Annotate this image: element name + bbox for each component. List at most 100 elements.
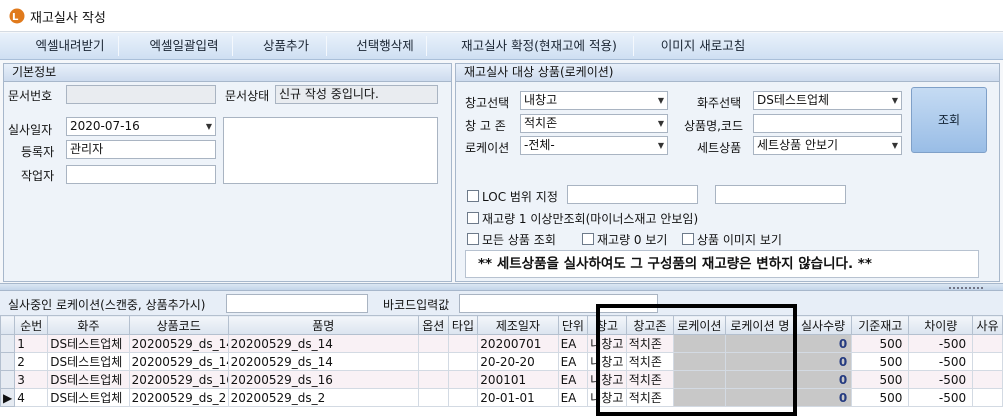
cell-option[interactable]: [417, 334, 449, 353]
loc-range-from-field[interactable]: [567, 185, 698, 204]
product-image-checkbox[interactable]: [682, 233, 694, 245]
zone-select[interactable]: 적치존 ▼: [520, 114, 668, 133]
table-row[interactable]: 2 DS테스트업체 20200529_ds_14 20200529_ds_14 …: [0, 352, 1003, 371]
column-header-difference[interactable]: 차이량: [908, 315, 974, 335]
cell-difference[interactable]: -500: [908, 352, 974, 371]
cell-product-name[interactable]: 20200529_ds_14: [227, 334, 419, 353]
column-header-owner[interactable]: 화주: [47, 315, 130, 335]
delete-selected-rows-button[interactable]: 선택행삭제: [340, 33, 430, 59]
cell-mfg-date[interactable]: 20-01-01: [477, 388, 559, 407]
column-header-mfg-date[interactable]: 제조일자: [477, 315, 559, 335]
chevron-down-icon[interactable]: ▼: [658, 137, 664, 154]
cell-count-qty[interactable]: 0: [793, 334, 853, 353]
column-header-unit[interactable]: 단위: [557, 315, 589, 335]
column-header-count-qty[interactable]: 실사수량: [793, 315, 853, 335]
column-header-product-name[interactable]: 품명: [227, 315, 419, 335]
scan-location-field[interactable]: [226, 294, 368, 313]
column-header-base-stock[interactable]: 기준재고: [851, 315, 910, 335]
cell-count-qty[interactable]: 0: [793, 388, 853, 407]
cell-seq[interactable]: 2: [14, 352, 49, 371]
panel-splitter[interactable]: [0, 283, 1003, 291]
table-row-selected[interactable]: ▶ 4 DS테스트업체 20200529_ds_2 20200529_ds_2 …: [0, 388, 1003, 407]
search-button[interactable]: 조회: [911, 87, 987, 153]
cell-owner[interactable]: DS테스트업체: [47, 388, 130, 407]
set-product-select[interactable]: 세트상품 안보기 ▼: [753, 136, 902, 155]
cell-option[interactable]: [417, 388, 449, 407]
cell-seq[interactable]: 3: [14, 370, 49, 389]
cell-count-qty[interactable]: 0: [793, 352, 853, 371]
cell-type[interactable]: [447, 334, 479, 353]
column-header-product-code[interactable]: 상품코드: [128, 315, 229, 335]
cell-unit[interactable]: EA: [557, 352, 589, 371]
cell-reason[interactable]: [972, 370, 1003, 389]
chevron-down-icon[interactable]: ▼: [658, 92, 664, 109]
row-indicator[interactable]: ▶: [0, 388, 16, 407]
cell-difference[interactable]: -500: [908, 334, 974, 353]
worker-field[interactable]: [66, 165, 216, 184]
cell-option[interactable]: [417, 352, 449, 371]
cell-product-name[interactable]: 20200529_ds_14: [227, 352, 419, 371]
chevron-down-icon[interactable]: ▼: [206, 118, 212, 135]
location-select[interactable]: -전체- ▼: [520, 136, 668, 155]
warehouse-select[interactable]: 내창고 ▼: [520, 91, 668, 110]
cell-seq[interactable]: 1: [14, 334, 49, 353]
cell-product-code[interactable]: 20200529_ds_2: [128, 388, 229, 407]
cell-product-code[interactable]: 20200529_ds_14: [128, 334, 229, 353]
cell-type[interactable]: [447, 370, 479, 389]
cell-reason[interactable]: [972, 388, 1003, 407]
cell-difference[interactable]: -500: [908, 388, 974, 407]
cell-type[interactable]: [447, 352, 479, 371]
count-date-picker[interactable]: 2020-07-16 ▼: [66, 117, 216, 136]
zero-stock-checkbox[interactable]: [582, 233, 594, 245]
cell-base-stock[interactable]: 500: [851, 370, 910, 389]
cell-mfg-date[interactable]: 200101: [477, 370, 559, 389]
excel-bulk-input-button[interactable]: 엑셀일괄입력: [134, 33, 234, 59]
product-field[interactable]: [753, 114, 902, 133]
column-header-seq[interactable]: 순번: [14, 315, 49, 335]
cell-option[interactable]: [417, 370, 449, 389]
loc-range-checkbox[interactable]: [467, 190, 479, 202]
chevron-down-icon[interactable]: ▼: [892, 137, 898, 154]
chevron-down-icon[interactable]: ▼: [658, 115, 664, 132]
column-header-type[interactable]: 타입: [447, 315, 479, 335]
cell-base-stock[interactable]: 500: [851, 352, 910, 371]
table-row[interactable]: 3 DS테스트업체 20200529_ds_16 20200529_ds_16 …: [0, 370, 1003, 389]
loc-range-to-field[interactable]: [715, 185, 846, 204]
owner-select[interactable]: DS테스트업체 ▼: [753, 91, 902, 110]
doc-number-field[interactable]: [66, 85, 216, 104]
cell-unit[interactable]: EA: [557, 334, 589, 353]
stock-over-one-checkbox[interactable]: [467, 212, 479, 224]
cell-mfg-date[interactable]: 20-20-20: [477, 352, 559, 371]
cell-unit[interactable]: EA: [557, 388, 589, 407]
cell-type[interactable]: [447, 388, 479, 407]
cell-product-code[interactable]: 20200529_ds_16: [128, 370, 229, 389]
cell-count-qty[interactable]: 0: [793, 370, 853, 389]
cell-product-code[interactable]: 20200529_ds_14: [128, 352, 229, 371]
cell-owner[interactable]: DS테스트업체: [47, 334, 130, 353]
row-indicator[interactable]: [0, 352, 16, 371]
confirm-count-button[interactable]: 재고실사 확정(현재고에 적용): [446, 33, 632, 59]
cell-unit[interactable]: EA: [557, 370, 589, 389]
cell-base-stock[interactable]: 500: [851, 388, 910, 407]
cell-reason[interactable]: [972, 334, 1003, 353]
column-header-reason[interactable]: 사유: [972, 315, 1003, 335]
row-indicator[interactable]: [0, 334, 16, 353]
chevron-down-icon[interactable]: ▼: [892, 92, 898, 109]
column-header-option[interactable]: 옵션: [417, 315, 449, 335]
cell-product-name[interactable]: 20200529_ds_16: [227, 370, 419, 389]
cell-difference[interactable]: -500: [908, 370, 974, 389]
excel-download-button[interactable]: 엑셀내려받기: [22, 33, 118, 59]
cell-base-stock[interactable]: 500: [851, 334, 910, 353]
memo-field[interactable]: [223, 117, 438, 184]
all-products-checkbox[interactable]: [467, 233, 479, 245]
row-indicator[interactable]: [0, 370, 16, 389]
add-product-button[interactable]: 상품추가: [248, 33, 324, 59]
cell-mfg-date[interactable]: 20200701: [477, 334, 559, 353]
cell-product-name[interactable]: 20200529_ds_2: [227, 388, 419, 407]
cell-owner[interactable]: DS테스트업체: [47, 370, 130, 389]
cell-seq[interactable]: 4: [14, 388, 49, 407]
cell-owner[interactable]: DS테스트업체: [47, 352, 130, 371]
table-row[interactable]: 1 DS테스트업체 20200529_ds_14 20200529_ds_14 …: [0, 334, 1003, 353]
registrant-field[interactable]: 관리자: [66, 140, 216, 159]
cell-reason[interactable]: [972, 352, 1003, 371]
